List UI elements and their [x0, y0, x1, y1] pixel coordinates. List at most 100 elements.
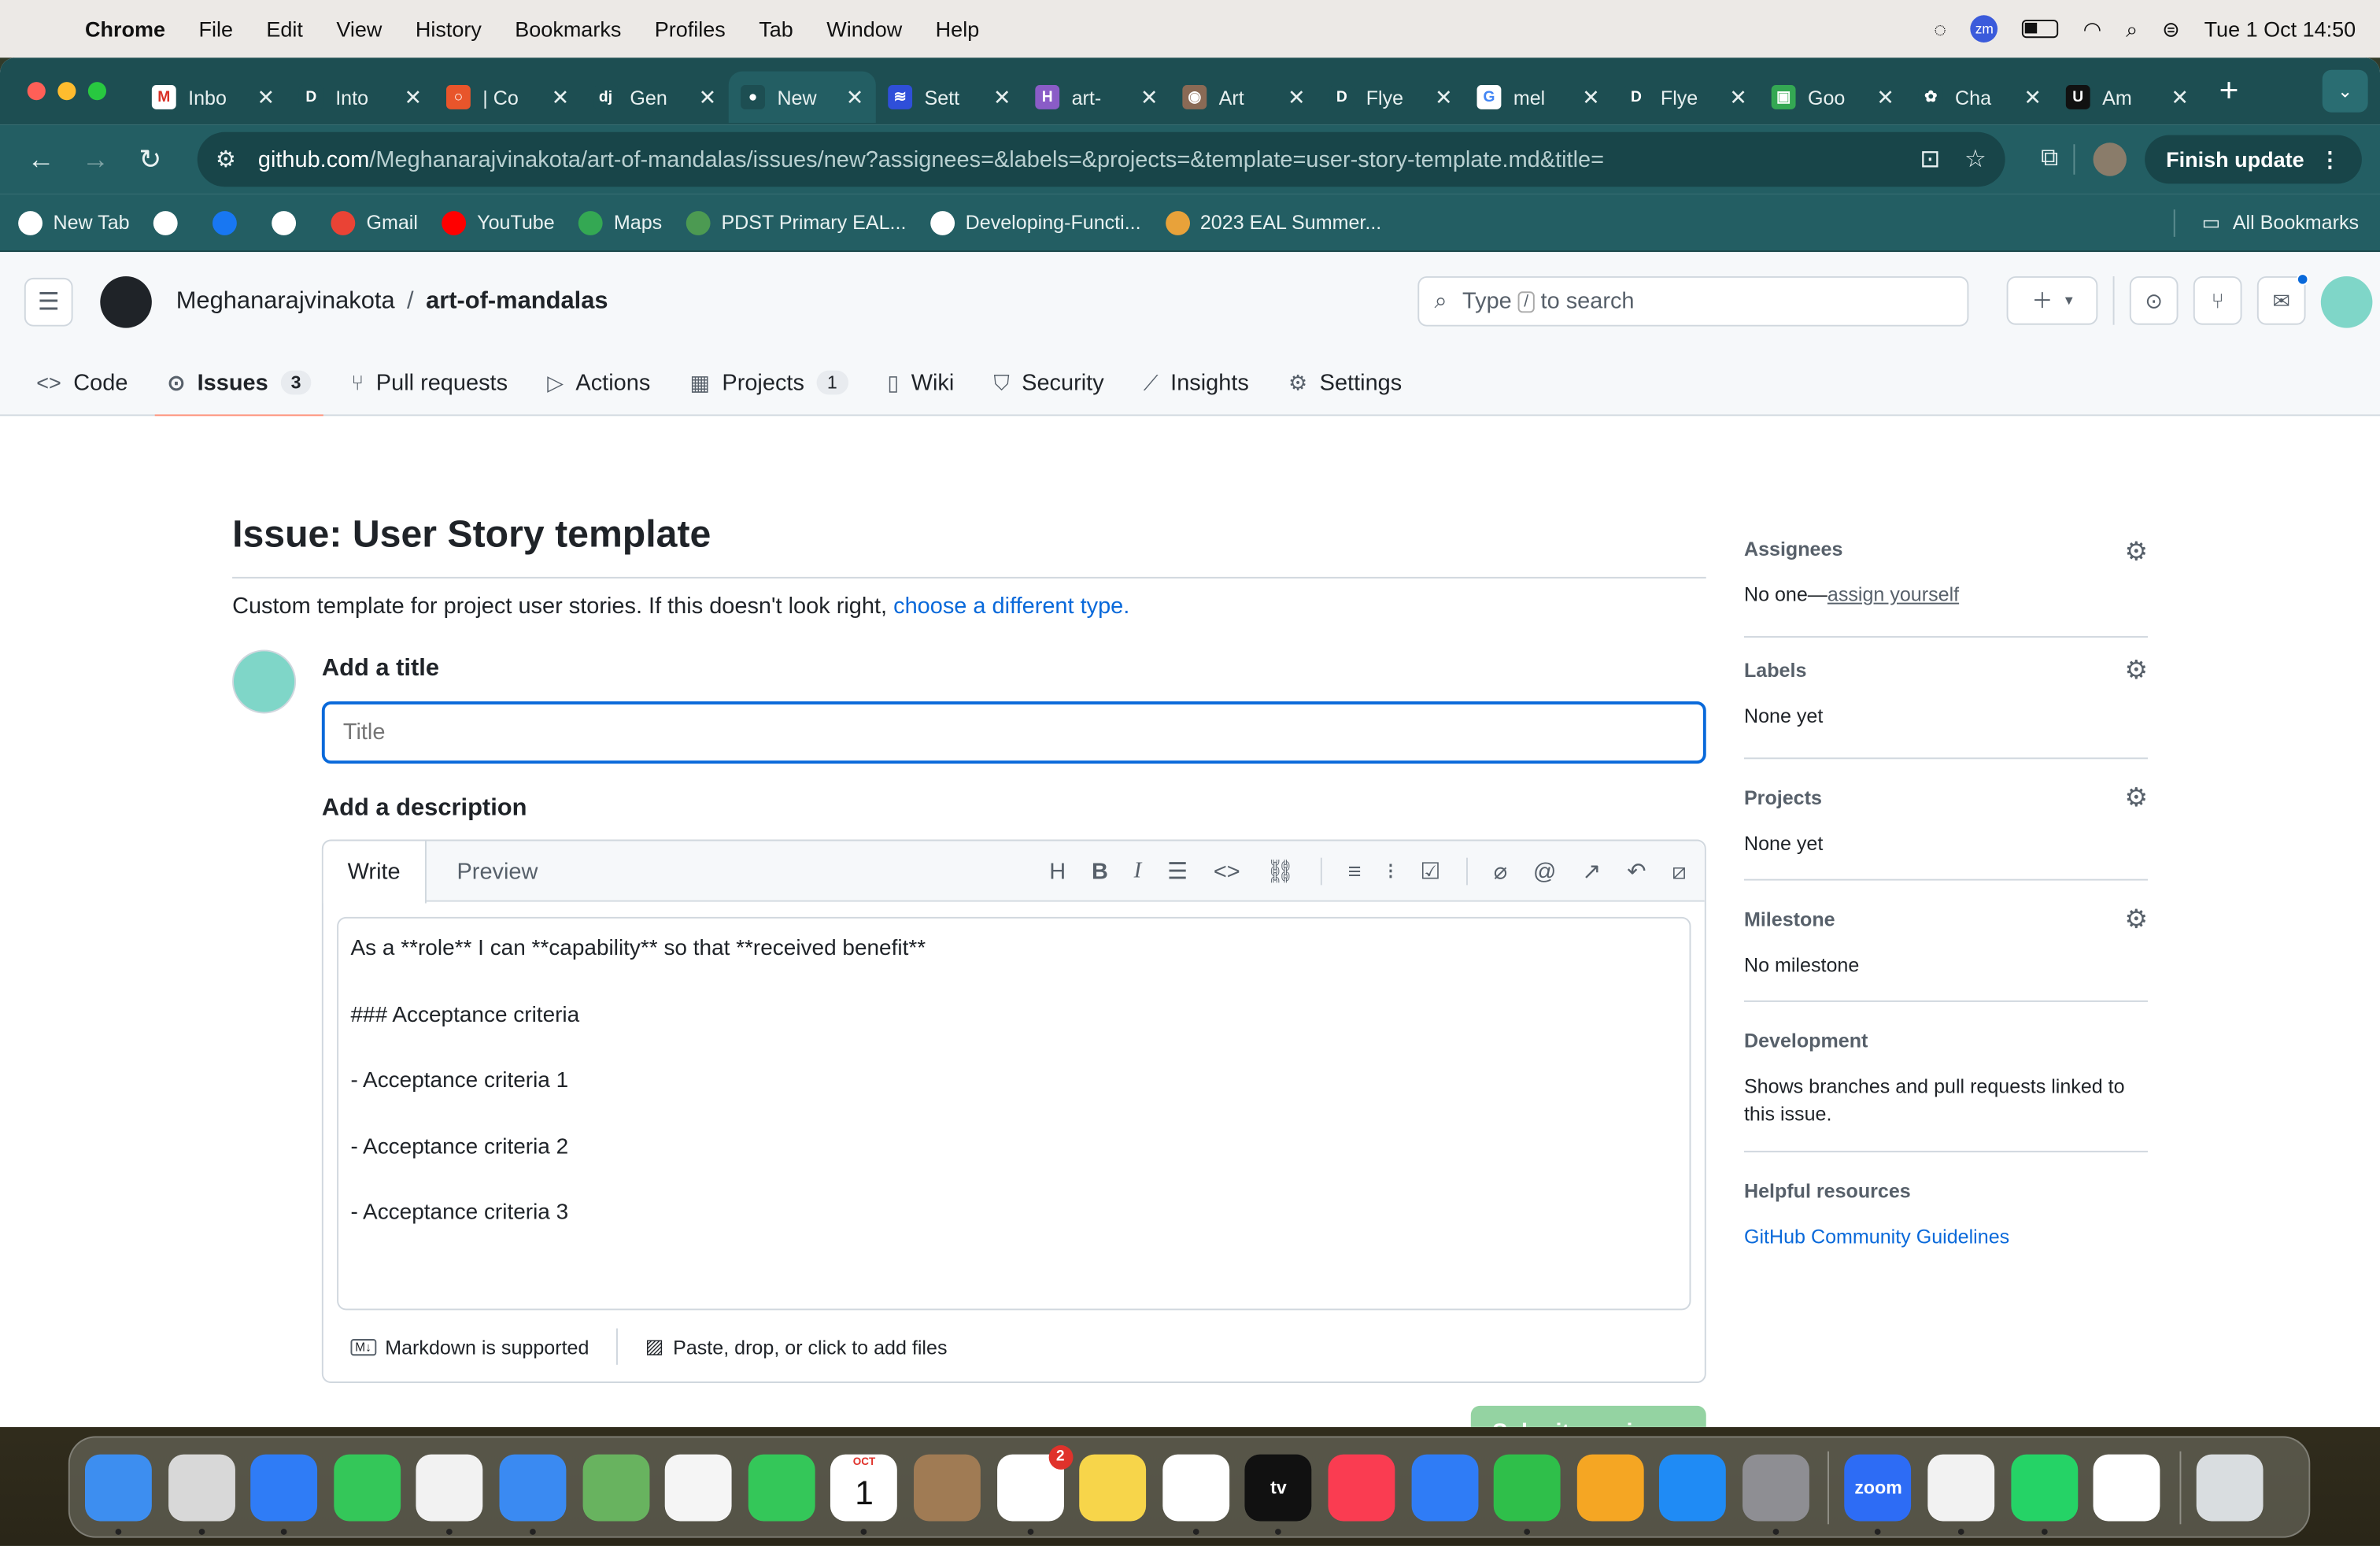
all-bookmarks[interactable]: ▭ All Bookmarks — [2173, 209, 2359, 236]
bookmark-item[interactable]: New Tab — [18, 210, 130, 235]
close-tab-icon[interactable]: ✕ — [1729, 84, 1747, 110]
whatsapp-app-icon[interactable] — [2010, 1453, 2078, 1534]
attach-icon[interactable]: ⌀ — [1494, 858, 1507, 886]
loading-status-icon[interactable]: ◌ — [1934, 17, 1946, 41]
bookmark-item[interactable] — [213, 210, 248, 235]
choose-different-type-link[interactable]: choose a different type. — [893, 594, 1129, 620]
submit-new-issue-button[interactable]: Submit new issue — [1470, 1405, 1706, 1427]
system-settings-app-icon[interactable] — [1742, 1453, 1809, 1534]
numbered-list-icon[interactable]: ≡ — [1348, 859, 1362, 885]
search-input[interactable]: ⌕ Type / to search — [1417, 276, 1969, 327]
projects-gear-icon[interactable]: ⚙ — [2125, 783, 2148, 814]
wifi-icon[interactable]: ◠ — [2083, 16, 2102, 42]
close-tab-icon[interactable]: ✕ — [405, 84, 423, 110]
trash-app-icon[interactable] — [2196, 1453, 2264, 1521]
milestone-gear-icon[interactable]: ⚙ — [2125, 904, 2148, 935]
menu-view[interactable]: View — [336, 17, 382, 41]
spotlight-icon[interactable]: ⌕ — [2126, 16, 2138, 42]
bookmark-item[interactable]: PDST Primary EAL... — [686, 210, 906, 235]
close-tab-icon[interactable]: ✕ — [2023, 84, 2042, 110]
repo-name-link[interactable]: art-of-mandalas — [426, 288, 608, 314]
back-icon[interactable]: ← — [18, 143, 64, 176]
messages-app-icon[interactable] — [333, 1453, 401, 1521]
finish-update-button[interactable]: Finish update ⋮ — [2145, 135, 2362, 184]
app-store-app-icon[interactable] — [1659, 1453, 1727, 1521]
browser-tab[interactable]: Hart- ✕ — [1023, 72, 1170, 124]
repo-tab[interactable]: ⚙ Settings — [1277, 350, 1414, 416]
facetime-app-icon[interactable] — [748, 1453, 815, 1521]
hamburger-menu-icon[interactable]: ☰ — [24, 277, 73, 327]
repo-tab[interactable]: ▦ Projects 1 — [678, 350, 860, 416]
mention-icon[interactable]: @ — [1533, 859, 1556, 885]
profile-avatar[interactable] — [2093, 142, 2127, 176]
bookmark-item[interactable] — [272, 210, 307, 235]
repo-tab[interactable]: ▯ Wiki — [875, 350, 966, 416]
browser-tab[interactable]: ≋ Sett ✕ — [876, 72, 1023, 124]
chrome-app-icon[interactable] — [416, 1453, 484, 1534]
task-list-icon[interactable]: ☑ — [1420, 858, 1440, 886]
battery-icon[interactable] — [2022, 20, 2059, 39]
labels-gear-icon[interactable]: ⚙ — [2125, 656, 2148, 686]
repo-tab[interactable]: ⛉ Security — [981, 350, 1116, 416]
reload-icon[interactable]: ↻ — [128, 143, 173, 176]
repo-tab[interactable]: ▷ Actions — [535, 350, 663, 416]
browser-tab[interactable]: D Flye ✕ — [1318, 72, 1465, 124]
address-bar[interactable]: ⚙ github.com/Meghanarajvinakota/art-of-m… — [197, 131, 2005, 187]
bookmark-item[interactable]: 2023 EAL Summer... — [1165, 210, 1381, 235]
slash-command-icon[interactable]: ⧄ — [1672, 859, 1686, 885]
code-icon[interactable]: <> — [1214, 859, 1240, 885]
close-tab-icon[interactable]: ✕ — [257, 84, 275, 110]
bookmark-item[interactable] — [153, 210, 188, 235]
music-app-icon[interactable] — [1328, 1453, 1395, 1521]
pull-requests-icon[interactable]: ⑂ — [2193, 276, 2242, 325]
safari-app-icon[interactable] — [250, 1453, 318, 1534]
reference-icon[interactable]: ↗ — [1582, 858, 1601, 886]
quote-icon[interactable]: ☰ — [1167, 858, 1188, 886]
browser-tab[interactable]: M Inbo ✕ — [139, 72, 286, 124]
install-app-icon[interactable]: ⊡ — [1920, 144, 1940, 175]
tab-search-button[interactable]: ⌄ — [2322, 69, 2368, 113]
menu-app-name[interactable]: Chrome — [85, 17, 165, 41]
bookmark-item[interactable]: YouTube — [442, 210, 555, 235]
browser-tab[interactable]: ✿ Cha ✕ — [1906, 72, 2053, 124]
bookmark-item[interactable]: Developing-Functi... — [930, 210, 1141, 235]
slack-app-icon[interactable] — [2094, 1453, 2160, 1521]
close-tab-icon[interactable]: ✕ — [1876, 84, 1894, 110]
maps-app-icon[interactable] — [582, 1453, 649, 1521]
menu-tab[interactable]: Tab — [759, 17, 793, 41]
repo-tab[interactable]: ⑂ Pull requests — [339, 350, 520, 416]
contacts-app-icon[interactable] — [913, 1453, 981, 1521]
menu-bookmarks[interactable]: Bookmarks — [515, 17, 621, 41]
user-avatar[interactable] — [2320, 276, 2373, 328]
notes-app-icon[interactable] — [1079, 1453, 1147, 1521]
launchpad-app-icon[interactable] — [168, 1453, 235, 1534]
pages-app-icon[interactable] — [1576, 1453, 1644, 1521]
close-tab-icon[interactable]: ✕ — [993, 84, 1011, 110]
browser-tab[interactable]: ○ | Co ✕ — [434, 72, 582, 124]
close-window-button[interactable] — [27, 82, 46, 101]
minimize-window-button[interactable] — [57, 82, 76, 101]
browser-tab[interactable]: U Am ✕ — [2053, 72, 2201, 124]
markdown-supported-link[interactable]: Markdown is supported — [385, 1335, 589, 1358]
menu-history[interactable]: History — [416, 17, 482, 41]
github-logo-icon[interactable] — [100, 276, 152, 328]
browser-tab[interactable]: Gmel ✕ — [1465, 72, 1612, 124]
site-info-icon[interactable]: ⚙ — [216, 146, 243, 173]
bookmark-item[interactable]: Gmail — [331, 210, 418, 235]
browser-tab[interactable]: ◉ Art ✕ — [1170, 72, 1318, 124]
keynote-app-icon[interactable] — [1410, 1453, 1478, 1521]
tab-preview[interactable]: Preview — [433, 841, 563, 903]
freeform-app-icon[interactable] — [1162, 1453, 1229, 1534]
heading-icon[interactable]: H — [1049, 859, 1066, 885]
close-tab-icon[interactable]: ✕ — [1288, 84, 1306, 110]
numbers-app-icon[interactable] — [1493, 1453, 1561, 1534]
repo-tab[interactable]: ⊙ Issues 3 — [155, 350, 324, 418]
bookmark-star-icon[interactable]: ☆ — [1964, 144, 1986, 175]
reminders-app-icon[interactable]: 2 — [996, 1444, 1073, 1534]
description-textarea[interactable]: As a **role** I can **capability** so th… — [337, 916, 1691, 1311]
zoom-status-icon[interactable]: zm — [1970, 15, 1998, 43]
undo-icon[interactable]: ↶ — [1627, 858, 1646, 886]
community-guidelines-link[interactable]: GitHub Community Guidelines — [1744, 1225, 2009, 1248]
title-input[interactable] — [321, 701, 1706, 764]
extensions-icon[interactable]: ⧉ — [2041, 146, 2058, 173]
